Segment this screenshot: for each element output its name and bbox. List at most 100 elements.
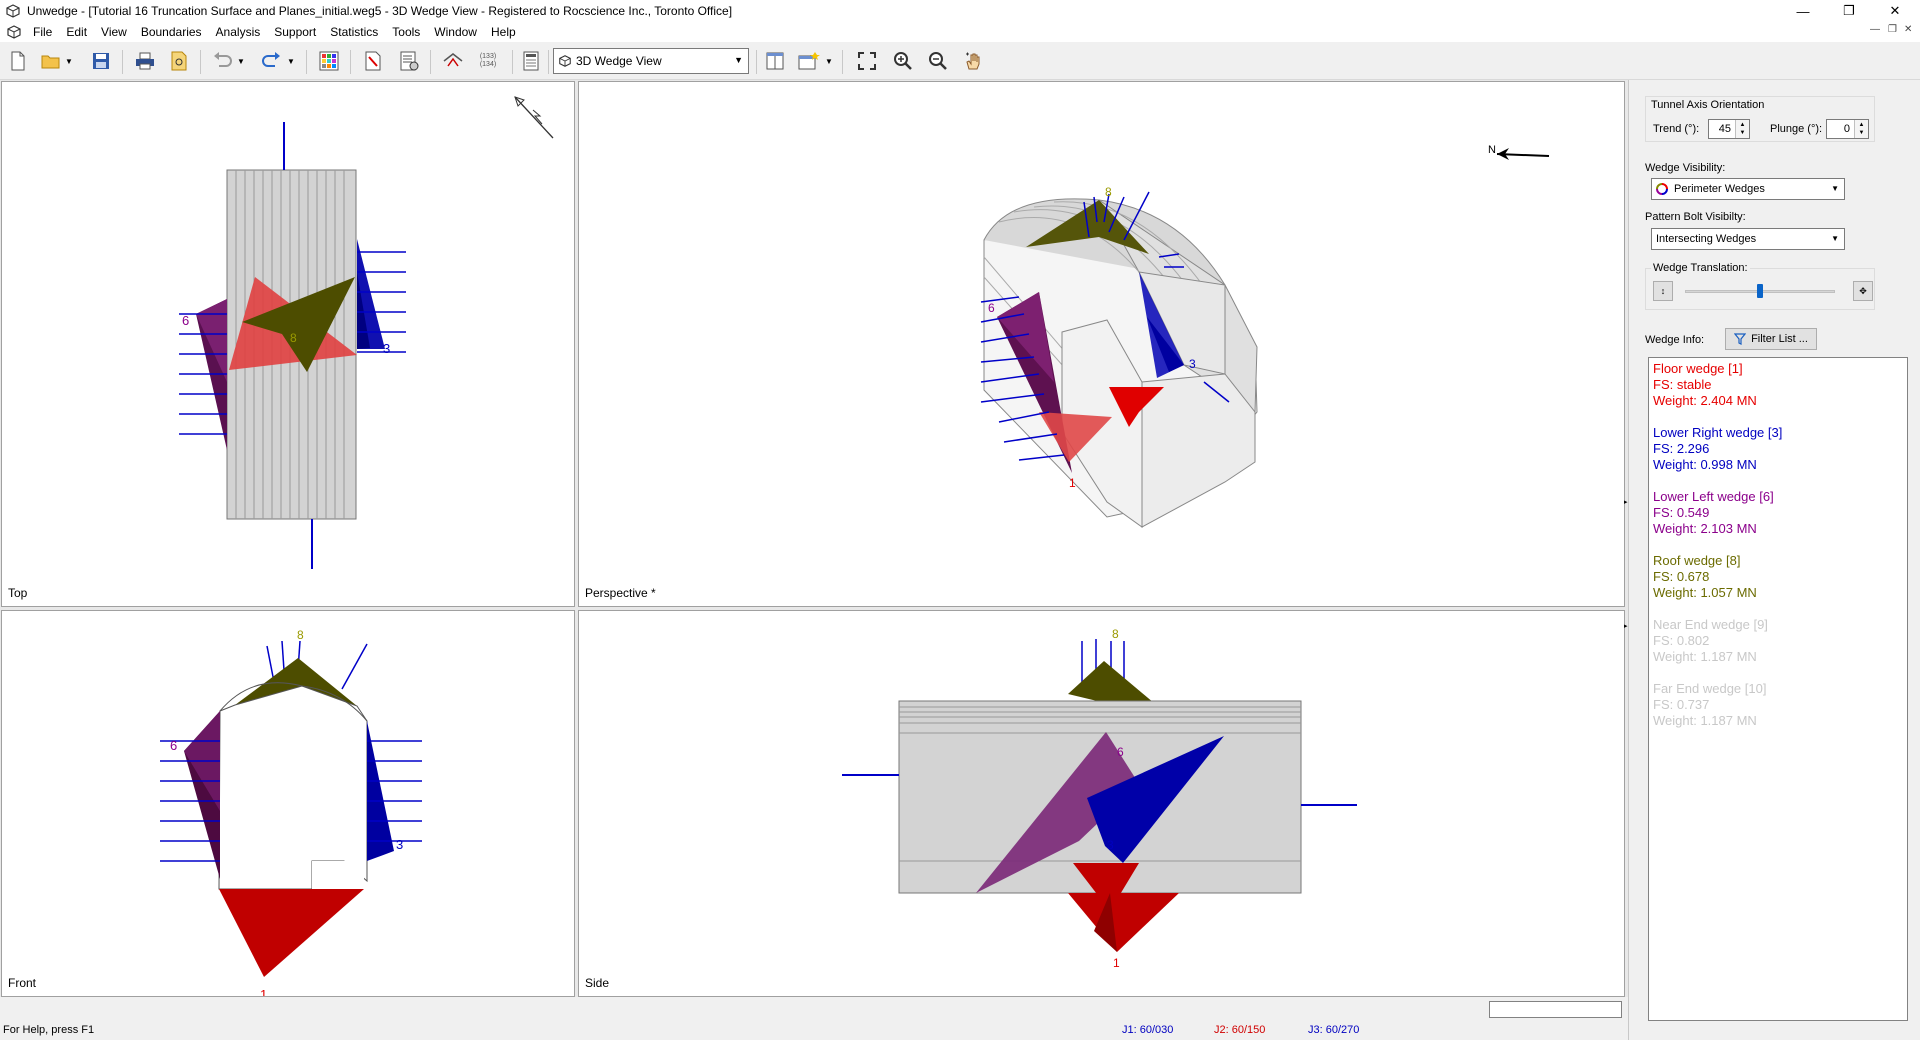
translation-collapse-icon[interactable]: ↕ <box>1653 281 1673 301</box>
perspective-view-drawing: N 8 6 3 1 <box>980 144 1550 528</box>
plunge-spinner-icon[interactable]: ▲ ▼ <box>1854 120 1868 138</box>
mdi-minimize-icon[interactable]: — <box>1870 24 1880 35</box>
mdi-restore-icon[interactable]: ❐ <box>1888 24 1897 35</box>
wedge-info-weight: Weight: 1.187 MN <box>1653 649 1757 664</box>
bolt-count-text: (133) (134) <box>479 53 497 68</box>
close-icon[interactable]: ✕ <box>1872 0 1918 22</box>
front-wedge-label-3: 3 <box>396 837 403 852</box>
wedge-info-name: Lower Left wedge [6] <box>1653 489 1774 504</box>
filter-list-button[interactable]: Filter List ... <box>1725 328 1817 350</box>
status-bar: For Help, press F1 J1: 60/030 J2: 60/150… <box>0 1020 1628 1040</box>
side-wedge-label-1: 1 <box>1113 956 1120 970</box>
split-view-icon[interactable] <box>762 49 788 73</box>
translation-expand-icon[interactable]: ✥ <box>1853 281 1873 301</box>
wedge-visibility-label: Wedge Visibility: <box>1645 162 1726 174</box>
print-preview-icon[interactable] <box>166 49 192 73</box>
new-file-icon[interactable] <box>5 49 31 73</box>
persp-wedge-label-1: 1 <box>1069 476 1076 490</box>
open-dropdown-icon[interactable]: ▼ <box>62 49 76 73</box>
title-bar: Unwedge - [Tutorial 16 Truncation Surfac… <box>0 0 1920 22</box>
window-title: Unwedge - [Tutorial 16 Truncation Surfac… <box>27 4 733 18</box>
unwedge-app-icon <box>6 4 20 18</box>
viewport-label-perspective: Perspective * <box>585 586 656 600</box>
chevron-down-icon: ▼ <box>1831 234 1839 243</box>
menu-support[interactable]: Support <box>267 25 323 39</box>
plunge-input[interactable]: 0 ▲ ▼ <box>1826 119 1869 139</box>
viewport-label-front: Front <box>8 976 37 990</box>
front-wedge-label-6: 6 <box>170 738 177 753</box>
save-icon[interactable] <box>88 49 114 73</box>
view-select-dropdown[interactable]: 3D Wedge View ▼ <box>553 48 749 74</box>
bolt-count-icon[interactable]: (133) (134) <box>474 49 502 73</box>
bolt-visibility-select[interactable]: Intersecting Wedges ▼ <box>1651 228 1845 250</box>
top-view-drawing: 6 3 8 <box>179 96 554 569</box>
wedge-info-fs: FS: 0.678 <box>1653 569 1710 584</box>
wedge-info-list: Floor wedge [1] FS: stable Weight: 2.404 M… <box>1648 357 1908 1021</box>
pan-hand-icon[interactable] <box>960 49 986 73</box>
menu-analysis[interactable]: Analysis <box>209 25 268 39</box>
view-select-value: 3D Wedge View <box>576 54 662 68</box>
translation-slider-thumb[interactable] <box>1757 284 1763 298</box>
front-viewport[interactable]: 8 6 3 1 Front <box>1 610 575 997</box>
persp-wedge-label-8: 8 <box>1105 185 1112 199</box>
document-icon[interactable] <box>6 24 22 40</box>
top-viewport[interactable]: 6 3 8 Top <box>1 81 575 607</box>
mdi-close-icon[interactable]: ✕ <box>1904 24 1912 35</box>
wedge-info-weight: Weight: 2.103 MN <box>1653 521 1757 536</box>
add-view-dropdown-icon[interactable]: ▼ <box>822 49 836 73</box>
wedge-info-weight: Weight: 2.404 MN <box>1653 393 1757 408</box>
wedge-info-item: Near End wedge [9] FS: 0.802 Weight: 1.187… <box>1653 617 1903 665</box>
wedge-info-item: Far End wedge [10] FS: 0.737 Weight: 1.187… <box>1653 681 1903 729</box>
wedge-info-name: Floor wedge [1] <box>1653 361 1743 376</box>
front-wedge-label-1: 1 <box>260 987 267 997</box>
add-view-icon[interactable] <box>796 49 822 73</box>
wedge-info-item: Floor wedge [1] FS: stable Weight: 2.404 M… <box>1653 361 1903 409</box>
undo-dropdown-icon[interactable]: ▼ <box>234 49 248 73</box>
info-viewer-icon[interactable] <box>518 49 544 73</box>
north-arrow-icon <box>514 96 554 139</box>
menu-file[interactable]: File <box>26 25 59 39</box>
bolt-properties-icon[interactable] <box>440 49 466 73</box>
menu-statistics[interactable]: Statistics <box>323 25 385 39</box>
chevron-down-icon: ▼ <box>1831 184 1839 193</box>
wedge-visibility-select[interactable]: Perimeter Wedges ▼ <box>1651 178 1845 200</box>
perspective-viewport[interactable]: N 8 6 3 1 Perspective * <box>578 81 1625 607</box>
print-icon[interactable] <box>132 49 158 73</box>
north-label: N <box>1488 144 1496 156</box>
wedge-label-3: 3 <box>383 341 390 356</box>
viewport-label-side: Side <box>585 976 610 990</box>
wedge-info-fs: FS: stable <box>1653 377 1712 392</box>
side-viewport[interactable]: 8 6 3 1 Side <box>578 610 1625 997</box>
wedge-info-name: Lower Right wedge [3] <box>1653 425 1783 440</box>
trend-input[interactable]: 45 ▲ ▼ <box>1708 119 1750 139</box>
undo-icon[interactable] <box>210 49 236 73</box>
redo-icon[interactable] <box>258 49 284 73</box>
wedge-info-fs: FS: 2.296 <box>1653 441 1710 456</box>
trend-label: Trend (°): <box>1653 123 1700 135</box>
trend-spinner-icon[interactable]: ▲ ▼ <box>1735 120 1749 138</box>
menu-edit[interactable]: Edit <box>59 25 94 39</box>
north-indicator-icon: N <box>1488 144 1550 160</box>
zoom-all-icon[interactable] <box>854 49 880 73</box>
menu-tools[interactable]: Tools <box>385 25 427 39</box>
open-folder-icon[interactable] <box>38 49 64 73</box>
input-data-icon[interactable] <box>360 49 386 73</box>
wedge-info-item: Lower Right wedge [3] FS: 2.296 Weight: 0.… <box>1653 425 1903 473</box>
wedge-info-weight: Weight: 1.057 MN <box>1653 585 1757 600</box>
menu-window[interactable]: Window <box>427 25 484 39</box>
redo-dropdown-icon[interactable]: ▼ <box>284 49 298 73</box>
persp-wedge-label-6: 6 <box>988 301 995 315</box>
trend-value: 45 <box>1718 123 1731 135</box>
joint-orientations-icon[interactable] <box>396 49 422 73</box>
persp-wedge-label-3: 3 <box>1189 357 1196 371</box>
project-settings-icon[interactable] <box>316 49 342 73</box>
filter-list-label: Filter List ... <box>1751 333 1808 345</box>
menu-help[interactable]: Help <box>484 25 523 39</box>
menu-boundaries[interactable]: Boundaries <box>134 25 209 39</box>
separator <box>842 50 843 74</box>
zoom-in-icon[interactable] <box>890 49 916 73</box>
zoom-out-icon[interactable] <box>925 49 951 73</box>
minimize-icon[interactable]: — <box>1780 0 1826 22</box>
restore-icon[interactable]: ❐ <box>1826 0 1872 22</box>
menu-view[interactable]: View <box>94 25 134 39</box>
